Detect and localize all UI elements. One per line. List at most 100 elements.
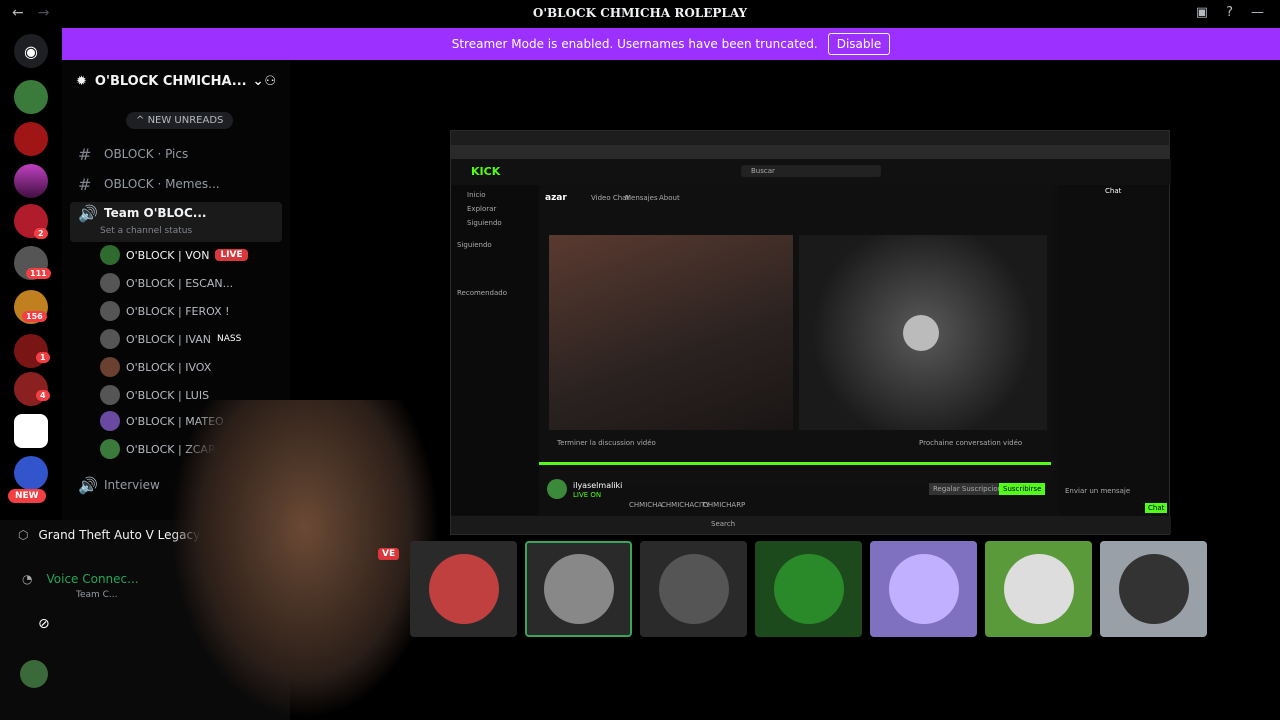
inner-tab: Mensajes xyxy=(625,194,658,202)
channel-name: OBLOCK · Pics xyxy=(104,147,189,161)
server-icon[interactable] xyxy=(14,164,48,198)
stream-video: azar Video Chat Mensajes About Terminer … xyxy=(539,185,1051,485)
avatar xyxy=(1003,554,1074,624)
disable-button[interactable]: Disable xyxy=(827,33,891,55)
sidebar-item: Inicio xyxy=(467,191,486,199)
mention-badge: 2 xyxy=(34,228,48,239)
chevron-down-icon: ⌄ xyxy=(252,73,264,89)
server-icon[interactable] xyxy=(14,456,48,490)
discord-home-icon[interactable]: ◉ xyxy=(14,34,48,68)
window-title: O'BLOCK CHMICHA ROLEPLAY xyxy=(532,6,748,20)
avatar xyxy=(547,479,567,499)
voice-user[interactable]: O'BLOCK | FEROX ! xyxy=(100,300,230,322)
inner-brand: azar xyxy=(545,193,567,203)
webcam-feed xyxy=(549,235,793,430)
speaker-icon: 🔊 xyxy=(78,203,98,223)
user-name: O'BLOCK | IVOX xyxy=(126,360,212,374)
streamer-mode-banner: Streamer Mode is enabled. Usernames have… xyxy=(62,28,1280,60)
taskbar-search: Search xyxy=(711,520,736,528)
voice-channel-label: Team C... xyxy=(76,590,118,600)
taskbar: Search xyxy=(451,516,1171,534)
voice-user[interactable]: O'BLOCK | IVAN NASS xyxy=(100,328,241,350)
user-name: O'BLOCK | FEROX ! xyxy=(126,304,230,318)
avatar[interactable] xyxy=(20,660,48,688)
chat-title: Chat xyxy=(1105,187,1122,195)
streamer-name: ilyaselmaliki xyxy=(573,481,623,490)
voice-channel-name: Interview xyxy=(104,478,160,492)
participant-tile[interactable] xyxy=(410,541,517,637)
hash-icon: # xyxy=(78,144,92,164)
participant-tile[interactable] xyxy=(985,541,1092,637)
inner-tab: Video Chat xyxy=(591,194,630,202)
video-caption: Terminer la discussion vidéo xyxy=(557,439,656,447)
progress-bar xyxy=(539,462,1051,465)
chat-input[interactable]: Enviar un mensaje xyxy=(1065,487,1130,495)
avatar xyxy=(428,554,499,624)
participant-tiles xyxy=(410,541,1207,637)
avatar xyxy=(100,385,120,405)
user-name: O'BLOCK | IVAN xyxy=(126,332,212,346)
mention-badge: 156 xyxy=(22,311,47,322)
mention-badge: 1 xyxy=(36,352,50,363)
live-label: VE xyxy=(378,548,400,560)
chat-send-button[interactable]: Chat xyxy=(1145,503,1168,513)
avatar xyxy=(100,273,120,293)
voice-channel-name: Team O'BLOC... xyxy=(104,206,207,220)
help-icon[interactable]: ? xyxy=(1226,5,1233,20)
participant-tile[interactable] xyxy=(640,541,747,637)
text-channel[interactable]: # OBLOCK · Pics xyxy=(78,143,188,165)
add-user-icon[interactable]: ⚇ xyxy=(264,74,276,89)
user-name: O'BLOCK | VON xyxy=(126,248,210,262)
avatar xyxy=(658,554,729,624)
user-placeholder-icon xyxy=(903,315,939,351)
partner-pane xyxy=(799,235,1047,430)
chat-panel: Chat Enviar un mensaje Chat xyxy=(1059,185,1169,515)
participant-tile[interactable] xyxy=(755,541,862,637)
screen-share-off-icon[interactable]: ⊘ xyxy=(38,616,50,632)
kick-logo: KICK xyxy=(471,165,501,178)
minimize-icon[interactable]: — xyxy=(1251,5,1264,20)
avatar xyxy=(1118,554,1189,624)
tag: CHMICHA xyxy=(629,501,663,509)
browser-address-bar xyxy=(451,145,1169,159)
kick-sidebar: Inicio Explorar Siguiendo Siguiendo Reco… xyxy=(451,185,539,515)
avatar xyxy=(100,329,120,349)
subscribe-button[interactable]: Suscribirse xyxy=(999,483,1046,495)
voice-user[interactable]: O'BLOCK | IVOX xyxy=(100,356,211,378)
banner-text: Streamer Mode is enabled. Usernames have… xyxy=(451,37,818,51)
avatar xyxy=(888,554,959,624)
participant-tile[interactable] xyxy=(525,541,632,637)
live-badge: LIVE xyxy=(215,249,248,261)
channel-status[interactable]: Set a channel status xyxy=(100,220,192,242)
voice-status-row[interactable]: ◔ Voice Connec... xyxy=(22,572,139,586)
voice-user[interactable]: O'BLOCK | ESCAN... xyxy=(100,272,233,294)
server-icon[interactable] xyxy=(14,414,48,448)
voice-channel[interactable]: 🔊 Interview xyxy=(78,474,160,496)
avatar xyxy=(543,554,614,624)
server-icon[interactable] xyxy=(14,122,48,156)
webcam-overlay xyxy=(170,400,440,720)
sidebar-item: Explorar xyxy=(467,205,497,213)
avatar xyxy=(100,411,120,431)
voice-user[interactable]: O'BLOCK | VON LIVE xyxy=(100,244,248,266)
title-bar: ← → O'BLOCK CHMICHA ROLEPLAY ▣ ? — xyxy=(0,0,1280,28)
new-badge[interactable]: NEW xyxy=(8,489,46,503)
screen-share[interactable]: KICK Buscar Inicio Explorar Siguiendo Si… xyxy=(450,130,1171,535)
server-header[interactable]: ✹ O'BLOCK CHMICHA... ⌄ ⚇ xyxy=(62,60,290,102)
avatar xyxy=(100,301,120,321)
section-label: Siguiendo xyxy=(457,241,492,249)
avatar xyxy=(100,357,120,377)
participant-tile[interactable] xyxy=(1100,541,1207,637)
channel-status-text: Set a channel status xyxy=(100,226,193,236)
tag: CHMICHARP xyxy=(703,501,746,509)
voice-status: Voice Connec... xyxy=(46,572,139,586)
avatar xyxy=(100,439,120,459)
server-icon[interactable] xyxy=(14,80,48,114)
text-channel[interactable]: # OBLOCK · Memes... xyxy=(78,173,220,195)
participant-tile[interactable] xyxy=(870,541,977,637)
titlebar-actions: ▣ ? — xyxy=(1196,5,1264,20)
search-placeholder: Buscar xyxy=(751,167,775,175)
channel-name: OBLOCK · Memes... xyxy=(104,177,220,191)
inbox-icon[interactable]: ▣ xyxy=(1196,5,1208,20)
new-unreads-pill[interactable]: ^ NEW UNREADS xyxy=(126,112,234,129)
